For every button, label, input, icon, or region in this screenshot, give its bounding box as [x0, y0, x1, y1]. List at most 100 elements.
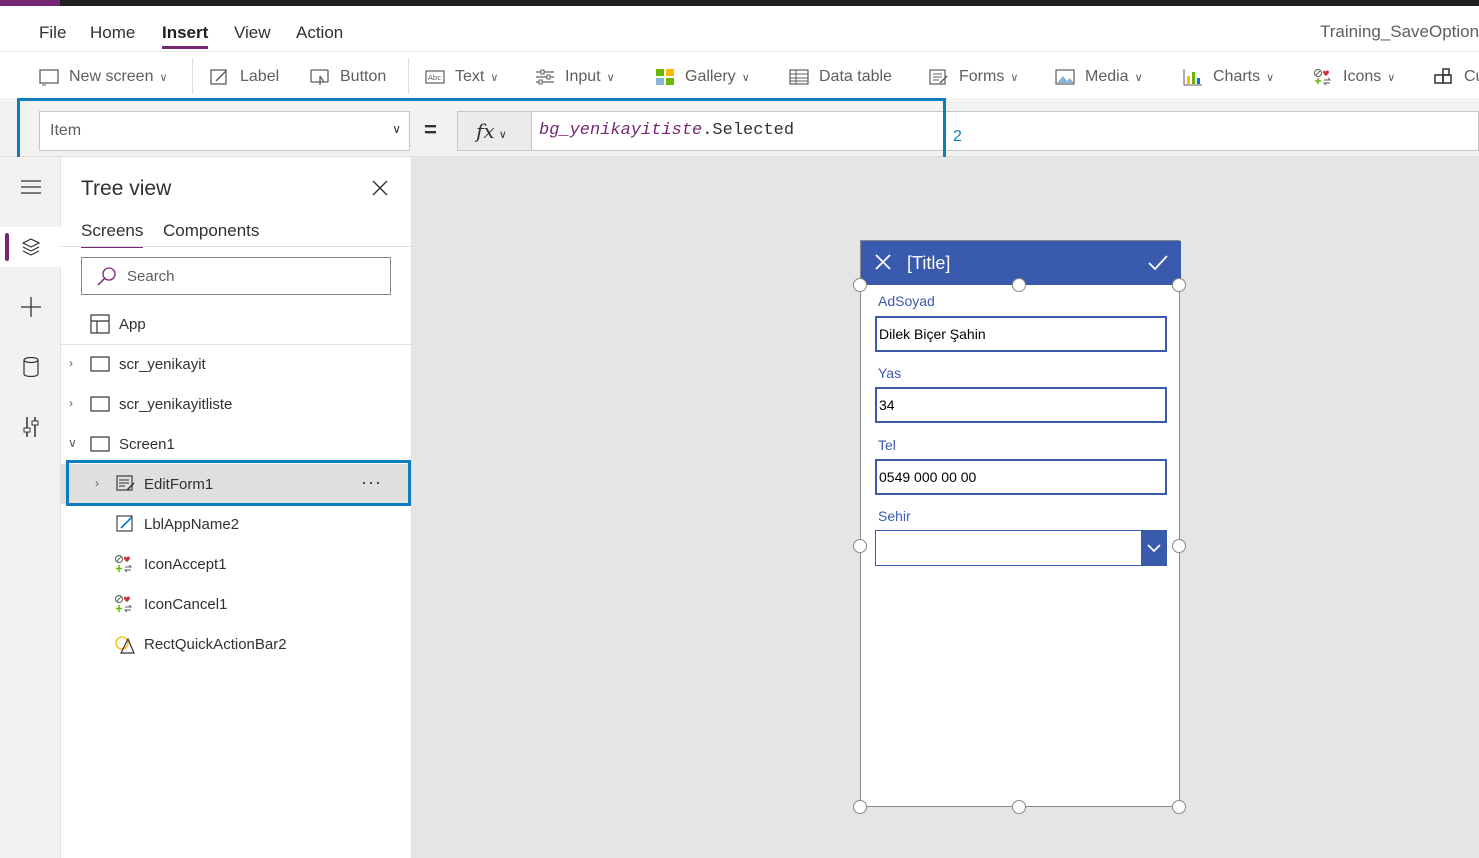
menu-insert[interactable]: Insert	[162, 23, 209, 49]
label-button[interactable]: Label	[210, 66, 279, 88]
field-label-tel: Tel	[878, 437, 896, 453]
chevron-down-icon: ∨	[741, 71, 750, 84]
forms-label: Forms	[959, 68, 1005, 85]
ribbon-divider	[408, 58, 409, 94]
chevron-down-icon	[1146, 544, 1161, 553]
chevron-down-icon: ∨	[490, 71, 499, 84]
input-sliders-icon	[536, 69, 554, 85]
field-input-tel[interactable]: 0549 000 00 00	[875, 459, 1167, 495]
chevron-right-icon[interactable]: ›	[69, 356, 73, 370]
field-input-adsoyad[interactable]: Dilek Biçer Şahin	[875, 316, 1167, 352]
add-plus-icon[interactable]	[0, 287, 61, 327]
menu-file[interactable]: File	[39, 23, 66, 43]
tabs-divider	[61, 246, 412, 247]
tree-node-screen[interactable]: › scr_yenikayitliste	[61, 384, 412, 424]
app-icon	[90, 314, 110, 334]
field-dropdown-sehir[interactable]	[875, 530, 1167, 566]
resize-handle[interactable]	[1172, 278, 1186, 292]
charts-button[interactable]: Charts ∨	[1183, 66, 1274, 88]
svg-text:Abc: Abc	[428, 74, 441, 82]
close-icon[interactable]	[372, 180, 388, 196]
menu-bar: File Home Insert View Action Training_Sa…	[0, 6, 1479, 52]
tree-node-app[interactable]: App	[61, 304, 412, 344]
tab-screens[interactable]: Screens	[81, 221, 144, 248]
edit-form-preview[interactable]: [Title] AdSoyad Dilek Biçer Şahin Yas 34…	[860, 240, 1181, 807]
menu-action[interactable]: Action	[296, 23, 343, 43]
chevron-right-icon[interactable]: ›	[69, 396, 73, 410]
resize-handle[interactable]	[1012, 278, 1026, 292]
form-title: [Title]	[907, 253, 951, 273]
search-icon	[97, 267, 116, 286]
menu-view[interactable]: View	[234, 23, 271, 43]
custom-label: Cu	[1464, 68, 1479, 85]
tree-node-control[interactable]: LblAppName2	[61, 504, 412, 544]
resize-handle[interactable]	[853, 800, 867, 814]
charts-icon	[1183, 69, 1202, 86]
field-label-adsoyad: AdSoyad	[878, 293, 935, 309]
menu-home[interactable]: Home	[90, 23, 135, 43]
text-button[interactable]: Abc Text ∨	[425, 66, 498, 88]
resize-handle[interactable]	[1172, 539, 1186, 553]
tree-node-label: LblAppName2	[144, 515, 240, 533]
label-label: Label	[240, 68, 280, 85]
new-screen-label: New screen	[69, 68, 154, 85]
input-button[interactable]: Input ∨	[535, 66, 615, 88]
gallery-button[interactable]: Gallery ∨	[655, 66, 750, 88]
screen-icon	[90, 396, 110, 412]
field-input-yas[interactable]: 34	[875, 387, 1167, 423]
callout-box-editform	[66, 460, 411, 506]
data-table-button[interactable]: Data table	[789, 66, 892, 88]
icons-icon	[115, 555, 133, 573]
tree-node-screen[interactable]: › scr_yenikayit	[61, 344, 412, 384]
callout-number-2: 2	[953, 128, 962, 145]
chevron-down-icon: ∨	[1266, 71, 1275, 84]
resize-handle[interactable]	[1012, 800, 1026, 814]
field-label-sehir: Sehir	[878, 508, 911, 524]
data-database-icon[interactable]	[0, 347, 61, 387]
tree-view-title: Tree view	[81, 177, 172, 200]
tree-node-label: scr_yenikayitliste	[119, 395, 233, 413]
new-screen-icon	[39, 69, 59, 86]
icons-label: Icons	[1343, 68, 1382, 85]
tree-view-panel: Tree view Screens Components Search App …	[61, 157, 412, 858]
chevron-down-icon[interactable]: ∨	[68, 436, 77, 450]
label-icon	[116, 515, 133, 532]
dropdown-button[interactable]	[1141, 531, 1166, 565]
custom-button[interactable]: Cu	[1434, 66, 1479, 88]
chevron-down-icon: ∨	[1387, 71, 1396, 84]
search-input[interactable]: Search	[81, 257, 391, 295]
tree-node-control[interactable]: IconCancel1	[61, 584, 412, 624]
icons-button[interactable]: Icons ∨	[1313, 66, 1395, 88]
screen-icon	[90, 356, 110, 372]
new-screen-button[interactable]: New screen ∨	[39, 66, 168, 88]
tree-node-control[interactable]: RectQuickActionBar2	[61, 624, 412, 664]
media-button[interactable]: Media ∨	[1055, 66, 1143, 88]
tab-components[interactable]: Components	[163, 221, 259, 241]
field-label-yas: Yas	[878, 365, 902, 381]
icons-icon	[1314, 69, 1332, 86]
advanced-tools-icon[interactable]	[0, 407, 61, 447]
input-label: Input	[565, 68, 601, 85]
gallery-icon	[656, 69, 674, 85]
label-icon	[210, 69, 227, 85]
resize-handle[interactable]	[853, 278, 867, 292]
app-title: Training_SaveOption	[1320, 22, 1479, 41]
text-label: Text	[455, 68, 485, 85]
media-label: Media	[1085, 68, 1129, 85]
tree-view-layers-icon[interactable]	[0, 227, 61, 267]
hamburger-menu-icon[interactable]	[0, 167, 61, 207]
forms-button[interactable]: Forms ∨	[929, 66, 1018, 88]
tree-node-control[interactable]: IconAccept1	[61, 544, 412, 584]
tree-node-label: IconCancel1	[144, 595, 228, 613]
icons-icon	[115, 595, 133, 613]
check-icon[interactable]	[1147, 253, 1169, 273]
forms-icon	[929, 69, 948, 85]
tree-node-screen[interactable]: ∨ Screen1	[61, 424, 412, 464]
resize-handle[interactable]	[1172, 800, 1186, 814]
resize-handle[interactable]	[853, 539, 867, 553]
tree-node-label: Screen1	[119, 435, 175, 453]
callout-box-formula	[17, 98, 946, 164]
tree-node-label: RectQuickActionBar2	[144, 635, 287, 653]
close-icon[interactable]	[873, 252, 893, 272]
button-button[interactable]: Button	[310, 66, 386, 88]
